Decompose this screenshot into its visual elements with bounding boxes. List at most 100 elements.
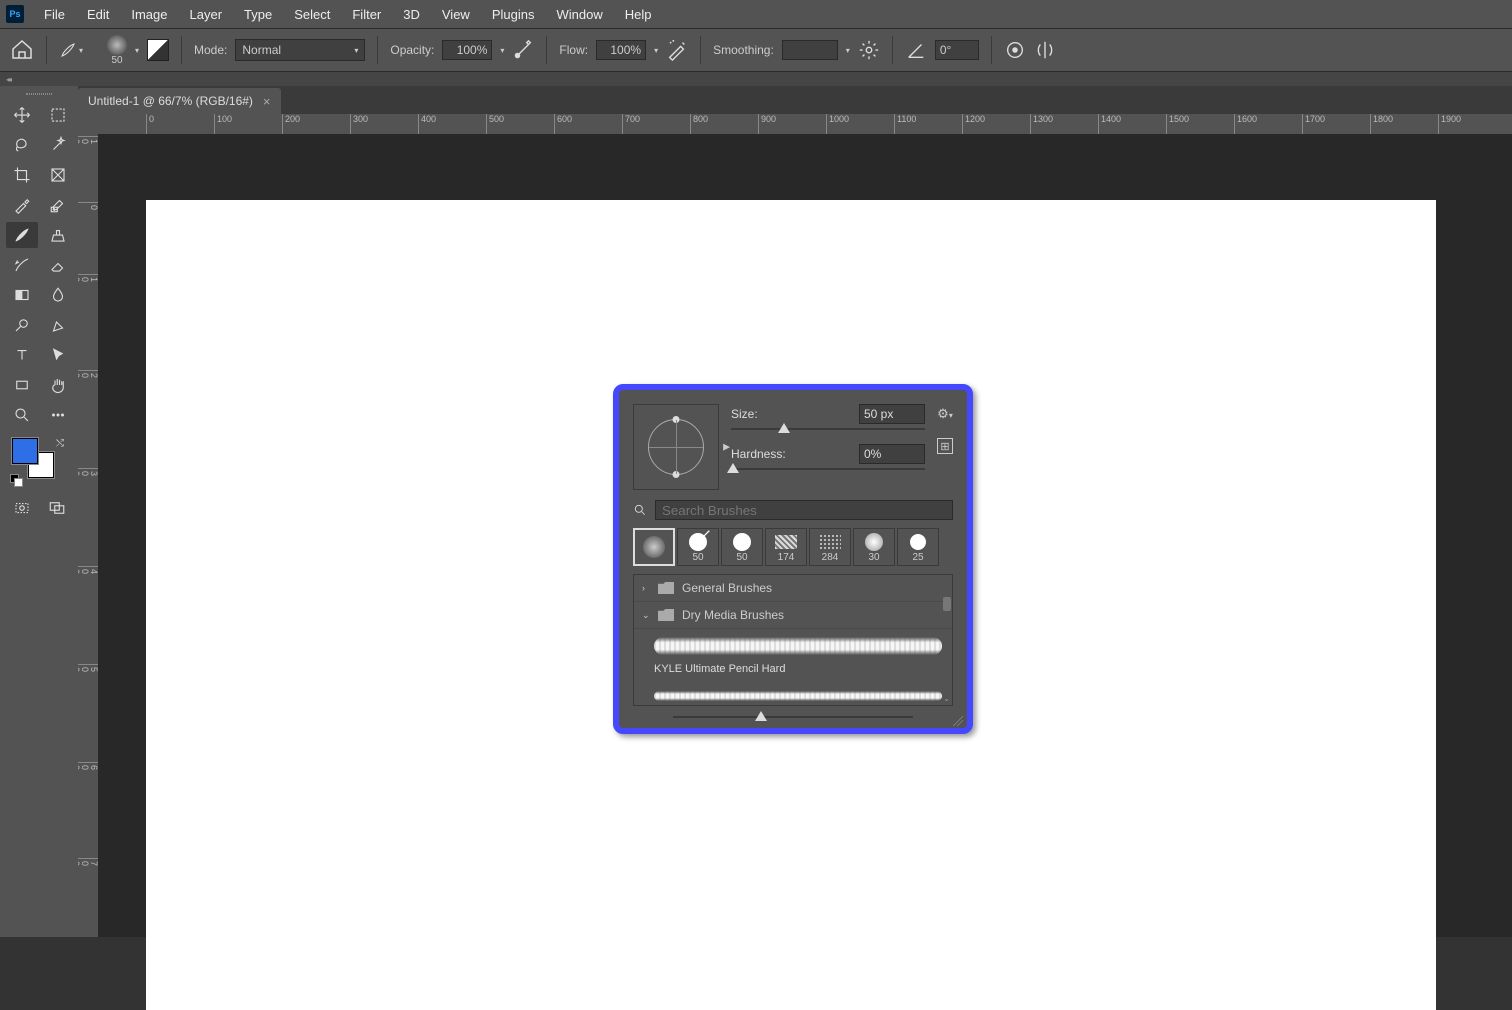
- scrollbar-thumb[interactable]: [943, 597, 951, 611]
- menu-view[interactable]: View: [432, 3, 480, 26]
- clone-stamp-tool[interactable]: [42, 222, 74, 248]
- menu-file[interactable]: File: [34, 3, 75, 26]
- menu-filter[interactable]: Filter: [342, 3, 391, 26]
- screen-mode-button[interactable]: [41, 496, 72, 520]
- edit-toolbar-button[interactable]: [42, 402, 74, 428]
- magic-wand-tool[interactable]: [42, 132, 74, 158]
- folder-label: General Brushes: [682, 581, 772, 595]
- opacity-label: Opacity:: [390, 43, 434, 57]
- size-pressure-toggle[interactable]: [1004, 39, 1026, 61]
- menu-layer[interactable]: Layer: [180, 3, 233, 26]
- swap-colors-button[interactable]: ⤭: [56, 438, 64, 449]
- eraser-tool[interactable]: [42, 252, 74, 278]
- close-tab-button[interactable]: ×: [263, 94, 271, 109]
- thumbnail-size-slider[interactable]: [673, 716, 913, 718]
- smoothing-options-button[interactable]: [858, 39, 880, 61]
- zoom-tool[interactable]: [6, 402, 38, 428]
- document-tab-title: Untitled-1 @ 66/7% (RGB/16#): [88, 94, 253, 108]
- symmetry-button[interactable]: [1034, 39, 1056, 61]
- menu-image[interactable]: Image: [121, 3, 177, 26]
- tool-preset-picker[interactable]: ▾: [59, 41, 99, 59]
- menu-edit[interactable]: Edit: [77, 3, 119, 26]
- menu-bar: Ps File Edit Image Layer Type Select Fil…: [0, 0, 1512, 28]
- brush-preset[interactable]: [633, 528, 675, 566]
- menu-type[interactable]: Type: [234, 3, 282, 26]
- healing-brush-tool[interactable]: [42, 192, 74, 218]
- blur-tool[interactable]: [42, 282, 74, 308]
- horizontal-ruler[interactable]: 0100200300400500600700800900100011001200…: [98, 114, 1512, 134]
- flow-label: Flow:: [559, 43, 588, 57]
- frame-tool[interactable]: [42, 162, 74, 188]
- brush-preset-picker[interactable]: 50: [107, 35, 127, 66]
- menu-plugins[interactable]: Plugins: [482, 3, 545, 26]
- eyedropper-tool[interactable]: [6, 192, 38, 218]
- resize-handle[interactable]: [953, 716, 963, 726]
- hardness-slider[interactable]: [731, 468, 925, 470]
- brush-settings-toggle[interactable]: [147, 39, 169, 61]
- pen-tool[interactable]: [42, 312, 74, 338]
- dodge-tool[interactable]: [6, 312, 38, 338]
- crop-tool[interactable]: [6, 162, 38, 188]
- canvas-area[interactable]: 10001002003004005006007008009001000 0100…: [78, 114, 1512, 937]
- size-slider[interactable]: [731, 428, 925, 430]
- flow-input[interactable]: 100%: [596, 40, 646, 60]
- brush-item[interactable]: [634, 629, 952, 659]
- toolbox-gripper[interactable]: [2, 90, 76, 98]
- search-icon: [633, 503, 647, 517]
- chevron-down-icon[interactable]: ▾: [500, 46, 504, 55]
- chevron-down-icon[interactable]: ⌄: [943, 694, 950, 703]
- blend-mode-select[interactable]: Normal ▾: [235, 39, 365, 61]
- document-tab-bar: Untitled-1 @ 66/7% (RGB/16#) ×: [78, 86, 1512, 114]
- brush-folders-list: › General Brushes ⌄ Dry Media Brushes KY…: [633, 574, 953, 706]
- type-tool[interactable]: [6, 342, 38, 368]
- default-colors-button[interactable]: [10, 474, 22, 486]
- opacity-pressure-toggle[interactable]: [512, 39, 534, 61]
- menu-help[interactable]: Help: [615, 3, 662, 26]
- smoothing-input[interactable]: [782, 40, 838, 60]
- airbrush-toggle[interactable]: [666, 39, 688, 61]
- chevron-down-icon[interactable]: ▾: [135, 46, 139, 55]
- home-button[interactable]: [10, 38, 34, 62]
- preset-size: 50: [736, 552, 747, 563]
- history-brush-tool[interactable]: [6, 252, 38, 278]
- brush-preset[interactable]: 50: [721, 528, 763, 566]
- search-brushes-input[interactable]: [655, 500, 953, 520]
- brush-angle-control[interactable]: ▶: [633, 404, 719, 490]
- shape-tool[interactable]: [6, 372, 38, 398]
- brush-preset[interactable]: 284: [809, 528, 851, 566]
- brush-preset[interactable]: 50: [677, 528, 719, 566]
- quick-mask-button[interactable]: [6, 496, 37, 520]
- angle-input[interactable]: 0°: [935, 40, 979, 60]
- brush-folder[interactable]: › General Brushes: [634, 575, 952, 602]
- opacity-input[interactable]: 100%: [442, 40, 492, 60]
- hand-tool[interactable]: [42, 372, 74, 398]
- preset-size: 25: [912, 552, 923, 563]
- brush-preset[interactable]: 174: [765, 528, 807, 566]
- app-logo: Ps: [6, 5, 24, 23]
- brush-item[interactable]: [634, 683, 952, 705]
- menu-window[interactable]: Window: [546, 3, 612, 26]
- menu-select[interactable]: Select: [284, 3, 340, 26]
- chevron-down-icon[interactable]: ▾: [846, 46, 850, 55]
- opacity-value: 100%: [457, 43, 488, 57]
- lasso-tool[interactable]: [6, 132, 38, 158]
- move-tool[interactable]: [6, 102, 38, 128]
- menu-3d[interactable]: 3D: [393, 3, 430, 26]
- chevron-down-icon[interactable]: ▾: [654, 46, 658, 55]
- panel-collapse-strip[interactable]: ◂◂: [0, 72, 1512, 86]
- foreground-color[interactable]: [12, 438, 38, 464]
- gradient-tool[interactable]: [6, 282, 38, 308]
- hardness-input[interactable]: 0%: [859, 444, 925, 464]
- popup-menu-button[interactable]: ⚙▾: [937, 406, 953, 422]
- size-input[interactable]: 50 px: [859, 404, 925, 424]
- document-tab[interactable]: Untitled-1 @ 66/7% (RGB/16#) ×: [78, 88, 281, 114]
- new-brush-button[interactable]: ⊞: [937, 438, 953, 454]
- brush-preset[interactable]: 25: [897, 528, 939, 566]
- brush-tool[interactable]: [6, 222, 38, 248]
- path-selection-tool[interactable]: [42, 342, 74, 368]
- vertical-ruler[interactable]: 10001002003004005006007008009001000: [78, 114, 98, 937]
- marquee-tool[interactable]: [42, 102, 74, 128]
- brush-folder[interactable]: ⌄ Dry Media Brushes: [634, 602, 952, 629]
- options-bar: ▾ 50 ▾ Mode: Normal ▾ Opacity: 100% ▾ Fl…: [0, 28, 1512, 72]
- brush-preset[interactable]: 30: [853, 528, 895, 566]
